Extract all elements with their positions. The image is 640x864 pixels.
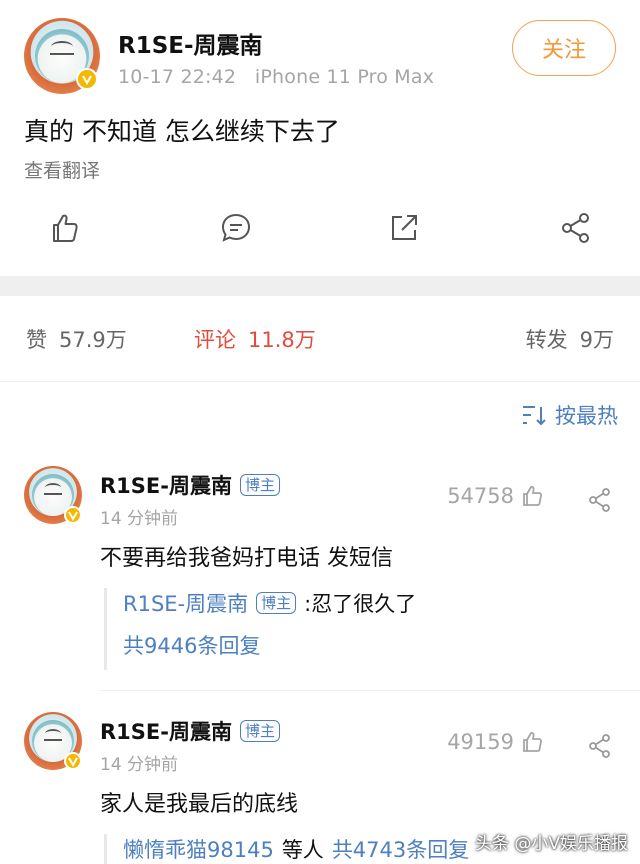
comment-like-button[interactable]: 54758: [447, 484, 544, 508]
reply-count-link[interactable]: 共4743条回复: [332, 834, 469, 864]
comment-time: 14 分钟前: [100, 755, 179, 775]
reply-line: R1SE-周震南 博主 :忍了很久了: [123, 588, 624, 618]
comments-label: 评论: [194, 328, 236, 352]
verified-badge-icon: [64, 752, 82, 770]
blogger-tag: 博主: [239, 474, 280, 496]
comment-icon[interactable]: [216, 208, 256, 248]
sort-label: 按最热: [555, 404, 618, 428]
like-icon: [523, 485, 542, 506]
verified-badge-icon: [64, 506, 82, 524]
like-icon: [523, 731, 542, 752]
comment-share-icon[interactable]: [586, 732, 614, 760]
likes-count: 57.9万: [59, 328, 127, 352]
comment-text: 不要再给我爸妈打电话 发短信: [100, 546, 393, 571]
blogger-tag: 博主: [239, 720, 280, 742]
likes-tab[interactable]: 赞 57.9万: [26, 324, 127, 354]
post-author-name[interactable]: R1SE-周震南: [118, 26, 263, 60]
comment-share-icon[interactable]: [586, 486, 614, 514]
watermark: 头条 @小V娱乐播报: [474, 834, 628, 854]
reply-text: :忍了很久了: [304, 592, 417, 616]
comment-like-count: 49159: [447, 730, 514, 754]
reply-author[interactable]: 懒惰乖猫98145: [123, 834, 274, 864]
section-divider: [0, 276, 640, 296]
commenter-name[interactable]: R1SE-周震南 博主: [100, 716, 280, 746]
commenter-name-text: R1SE-周震南: [100, 474, 232, 498]
reply-middle-text: 等人: [281, 838, 324, 862]
commenter-name-text: R1SE-周震南: [100, 720, 232, 744]
likes-label: 赞: [26, 328, 47, 352]
weibo-post: R1SE-周震南 10-17 22:42 iPhone 11 Pro Max 关…: [0, 0, 640, 276]
commenter-name[interactable]: R1SE-周震南 博主: [100, 470, 280, 500]
verified-badge-icon: [76, 68, 98, 90]
view-translation-link[interactable]: 查看翻译: [24, 156, 100, 183]
stats-bar: 赞 57.9万 评论 11.8万 转发 9万: [0, 296, 640, 382]
comment-text: 家人是我最后的底线: [100, 792, 299, 817]
repost-icon[interactable]: [384, 208, 424, 248]
follow-button[interactable]: 关注: [512, 20, 616, 76]
share-icon[interactable]: [556, 208, 596, 248]
comment-like-button[interactable]: 49159: [447, 730, 544, 754]
comments-count: 11.8万: [248, 328, 316, 352]
blogger-tag: 博主: [256, 592, 297, 614]
reply-preview[interactable]: R1SE-周震南 博主 :忍了很久了 共9446条回复: [104, 588, 624, 670]
sort-icon: [521, 403, 549, 427]
post-meta: 10-17 22:42 iPhone 11 Pro Max: [118, 66, 435, 88]
comments-tab[interactable]: 评论 11.8万: [194, 324, 316, 354]
sort-toggle[interactable]: 按最热: [521, 400, 618, 430]
like-icon[interactable]: [44, 208, 84, 248]
reposts-tab[interactable]: 转发 9万: [526, 324, 614, 354]
comment-separator: [100, 690, 640, 691]
post-text: 真的 不知道 怎么继续下去了: [24, 117, 340, 146]
reposts-count: 9万: [579, 328, 614, 352]
reply-count-link[interactable]: 共9446条回复: [123, 630, 624, 660]
reposts-label: 转发: [525, 328, 568, 352]
comment-like-count: 54758: [447, 484, 514, 508]
comment-time: 14 分钟前: [100, 509, 179, 529]
reply-author[interactable]: R1SE-周震南: [123, 588, 248, 618]
